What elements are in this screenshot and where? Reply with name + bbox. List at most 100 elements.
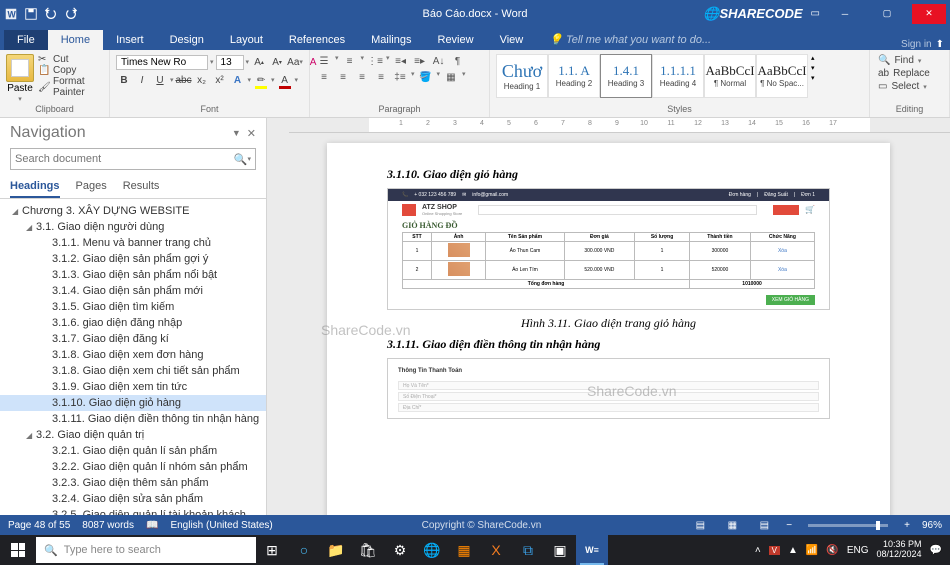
- tree-item[interactable]: 3.1.7. Giao diện đăng kí: [0, 331, 266, 347]
- copy-button[interactable]: 📋Copy: [38, 65, 110, 76]
- tree-item[interactable]: 3.1.5. Giao diện tìm kiếm: [0, 299, 266, 315]
- tb-store-icon[interactable]: 🛍: [352, 535, 384, 565]
- paste-button[interactable]: Paste ▾: [6, 54, 34, 103]
- show-marks-icon[interactable]: ¶: [450, 54, 466, 68]
- web-layout-icon[interactable]: ▤: [754, 518, 774, 532]
- sign-in-placeholder[interactable]: Sign in: [901, 39, 932, 50]
- tree-item[interactable]: 3.1.10. Giao diện giỏ hàng: [0, 395, 266, 411]
- numbering-icon[interactable]: ≡: [342, 54, 358, 68]
- tb-cortana-icon[interactable]: ○: [288, 535, 320, 565]
- shading-icon[interactable]: 🪣: [418, 70, 434, 84]
- style-heading-1[interactable]: ChươHeading 1: [496, 54, 548, 98]
- tab-insert[interactable]: Insert: [103, 30, 157, 50]
- font-size-select[interactable]: 13: [216, 55, 244, 70]
- tellme-search[interactable]: 💡 Tell me what you want to do...: [536, 29, 724, 50]
- ruler[interactable]: 1234567891011121314151617: [289, 118, 950, 133]
- tab-file[interactable]: File: [4, 30, 48, 50]
- tray-wifi-icon[interactable]: 📶: [806, 545, 818, 556]
- style--no-spac-[interactable]: AaBbCcI¶ No Spac...: [756, 54, 808, 98]
- tab-layout[interactable]: Layout: [217, 30, 276, 50]
- bullets-icon[interactable]: ☰: [316, 54, 332, 68]
- minimize-button[interactable]: ─: [828, 4, 862, 24]
- tree-item[interactable]: 3.1.11. Giao diện điền thông tin nhận hà…: [0, 411, 266, 427]
- status-words[interactable]: 8087 words: [82, 520, 134, 531]
- italic-button[interactable]: I: [134, 72, 150, 88]
- superscript-button[interactable]: x²: [212, 72, 228, 88]
- tab-review[interactable]: Review: [425, 30, 487, 50]
- tree-item[interactable]: 3.1.6. giao diện đăng nhập: [0, 315, 266, 331]
- zoom-in-button[interactable]: +: [904, 520, 910, 531]
- tree-item[interactable]: 3.1.4. Giao diện sản phẩm mới: [0, 283, 266, 299]
- styles-more-button[interactable]: ▴▾▾: [808, 54, 818, 82]
- search-icon[interactable]: 🔍: [234, 153, 248, 166]
- tree-item[interactable]: ◢3.2. Giao diện quản trị: [0, 427, 266, 443]
- align-right-icon[interactable]: ≡: [354, 70, 370, 84]
- justify-icon[interactable]: ≡: [373, 70, 389, 84]
- page[interactable]: 3.1.10. Giao diện giỏ hàng 📞+ 032 123 45…: [327, 143, 890, 515]
- status-page[interactable]: Page 48 of 55: [8, 520, 70, 531]
- nav-tab-headings[interactable]: Headings: [10, 176, 60, 198]
- format-painter-button[interactable]: 🖌Format Painter: [38, 76, 110, 98]
- tray-app-icon[interactable]: V: [769, 546, 780, 555]
- redo-icon[interactable]: [64, 7, 78, 21]
- close-button[interactable]: ✕: [912, 4, 946, 24]
- cut-button[interactable]: ✂Cut: [38, 54, 110, 65]
- tb-word-icon[interactable]: W≡: [576, 535, 608, 565]
- tb-explorer-icon[interactable]: 📁: [320, 535, 352, 565]
- font-color-icon[interactable]: A: [277, 72, 293, 88]
- tree-item[interactable]: ◢Chương 3. XÂY DỰNG WEBSITE: [0, 203, 266, 219]
- tab-view[interactable]: View: [487, 30, 537, 50]
- spell-check-icon[interactable]: 📖: [146, 520, 158, 531]
- print-layout-icon[interactable]: ▦: [722, 518, 742, 532]
- document-view[interactable]: 1234567891011121314151617 3.1.10. Giao d…: [267, 118, 950, 515]
- tree-item[interactable]: ◢3.1. Giao diện người dùng: [0, 219, 266, 235]
- tree-item[interactable]: 3.2.4. Giao diện sửa sản phẩm: [0, 491, 266, 507]
- tree-item[interactable]: 3.1.3. Giao diện sản phẩm nổi bật: [0, 267, 266, 283]
- tree-item[interactable]: 3.1.1. Menu và banner trang chủ: [0, 235, 266, 251]
- change-case-icon[interactable]: Aa▾: [287, 54, 303, 70]
- increase-indent-icon[interactable]: ≡▸: [412, 54, 428, 68]
- tab-home[interactable]: Home: [48, 30, 103, 50]
- task-view-icon[interactable]: ⊞: [256, 535, 288, 565]
- tree-item[interactable]: 3.2.2. Giao diện quản lí nhóm sản phẩm: [0, 459, 266, 475]
- replace-button[interactable]: abReplace: [876, 67, 936, 80]
- tray-volume-icon[interactable]: 🔇: [826, 545, 838, 556]
- nav-tree[interactable]: ◢Chương 3. XÂY DỰNG WEBSITE◢3.1. Giao di…: [0, 199, 266, 515]
- sort-icon[interactable]: A↓: [431, 54, 447, 68]
- tree-item[interactable]: 3.1.8. Giao diện xem chi tiết sản phẩm: [0, 363, 266, 379]
- zoom-out-button[interactable]: −: [786, 520, 792, 531]
- tree-item[interactable]: 3.1.2. Giao diện sản phẩm gợi ý: [0, 251, 266, 267]
- style-heading-4[interactable]: 1.1.1.1Heading 4: [652, 54, 704, 98]
- tb-chrome-icon[interactable]: 🌐: [416, 535, 448, 565]
- save-icon[interactable]: [24, 7, 38, 21]
- align-left-icon[interactable]: ≡: [316, 70, 332, 84]
- tb-settings-icon[interactable]: ⚙: [384, 535, 416, 565]
- tree-item[interactable]: 3.1.8. Giao diện xem đơn hàng: [0, 347, 266, 363]
- ribbon-display-icon[interactable]: ▭: [811, 8, 820, 19]
- tb-sublime-icon[interactable]: ▦: [448, 535, 480, 565]
- nav-dropdown-icon[interactable]: ▼: [232, 128, 241, 138]
- tree-item[interactable]: 3.2.3. Giao diện thêm sản phẩm: [0, 475, 266, 491]
- zoom-level[interactable]: 96%: [922, 520, 942, 531]
- taskbar-search[interactable]: 🔍Type here to search: [36, 537, 256, 563]
- tree-item[interactable]: 3.1.9. Giao diện xem tin tức: [0, 379, 266, 395]
- nav-tab-pages[interactable]: Pages: [76, 176, 107, 198]
- nav-tab-results[interactable]: Results: [123, 176, 160, 198]
- shrink-font-icon[interactable]: A▾: [269, 54, 285, 70]
- share-button[interactable]: ⬆: [936, 39, 944, 50]
- tray-clock[interactable]: 10:36 PM08/12/2024: [877, 540, 922, 560]
- maximize-button[interactable]: ▢: [870, 4, 904, 24]
- font-name-select[interactable]: Times New Ro: [116, 55, 208, 70]
- status-language[interactable]: English (United States): [170, 520, 272, 531]
- find-button[interactable]: 🔍Find▾: [876, 54, 936, 67]
- tab-design[interactable]: Design: [157, 30, 217, 50]
- start-button[interactable]: [0, 535, 36, 565]
- borders-icon[interactable]: ▦: [443, 70, 459, 84]
- tb-terminal-icon[interactable]: ▣: [544, 535, 576, 565]
- underline-button[interactable]: U: [152, 72, 168, 88]
- decrease-indent-icon[interactable]: ≡◂: [393, 54, 409, 68]
- select-button[interactable]: ▭Select▾: [876, 80, 936, 93]
- zoom-slider[interactable]: [808, 524, 888, 527]
- tab-mailings[interactable]: Mailings: [358, 30, 424, 50]
- tb-vscode-icon[interactable]: ⧉: [512, 535, 544, 565]
